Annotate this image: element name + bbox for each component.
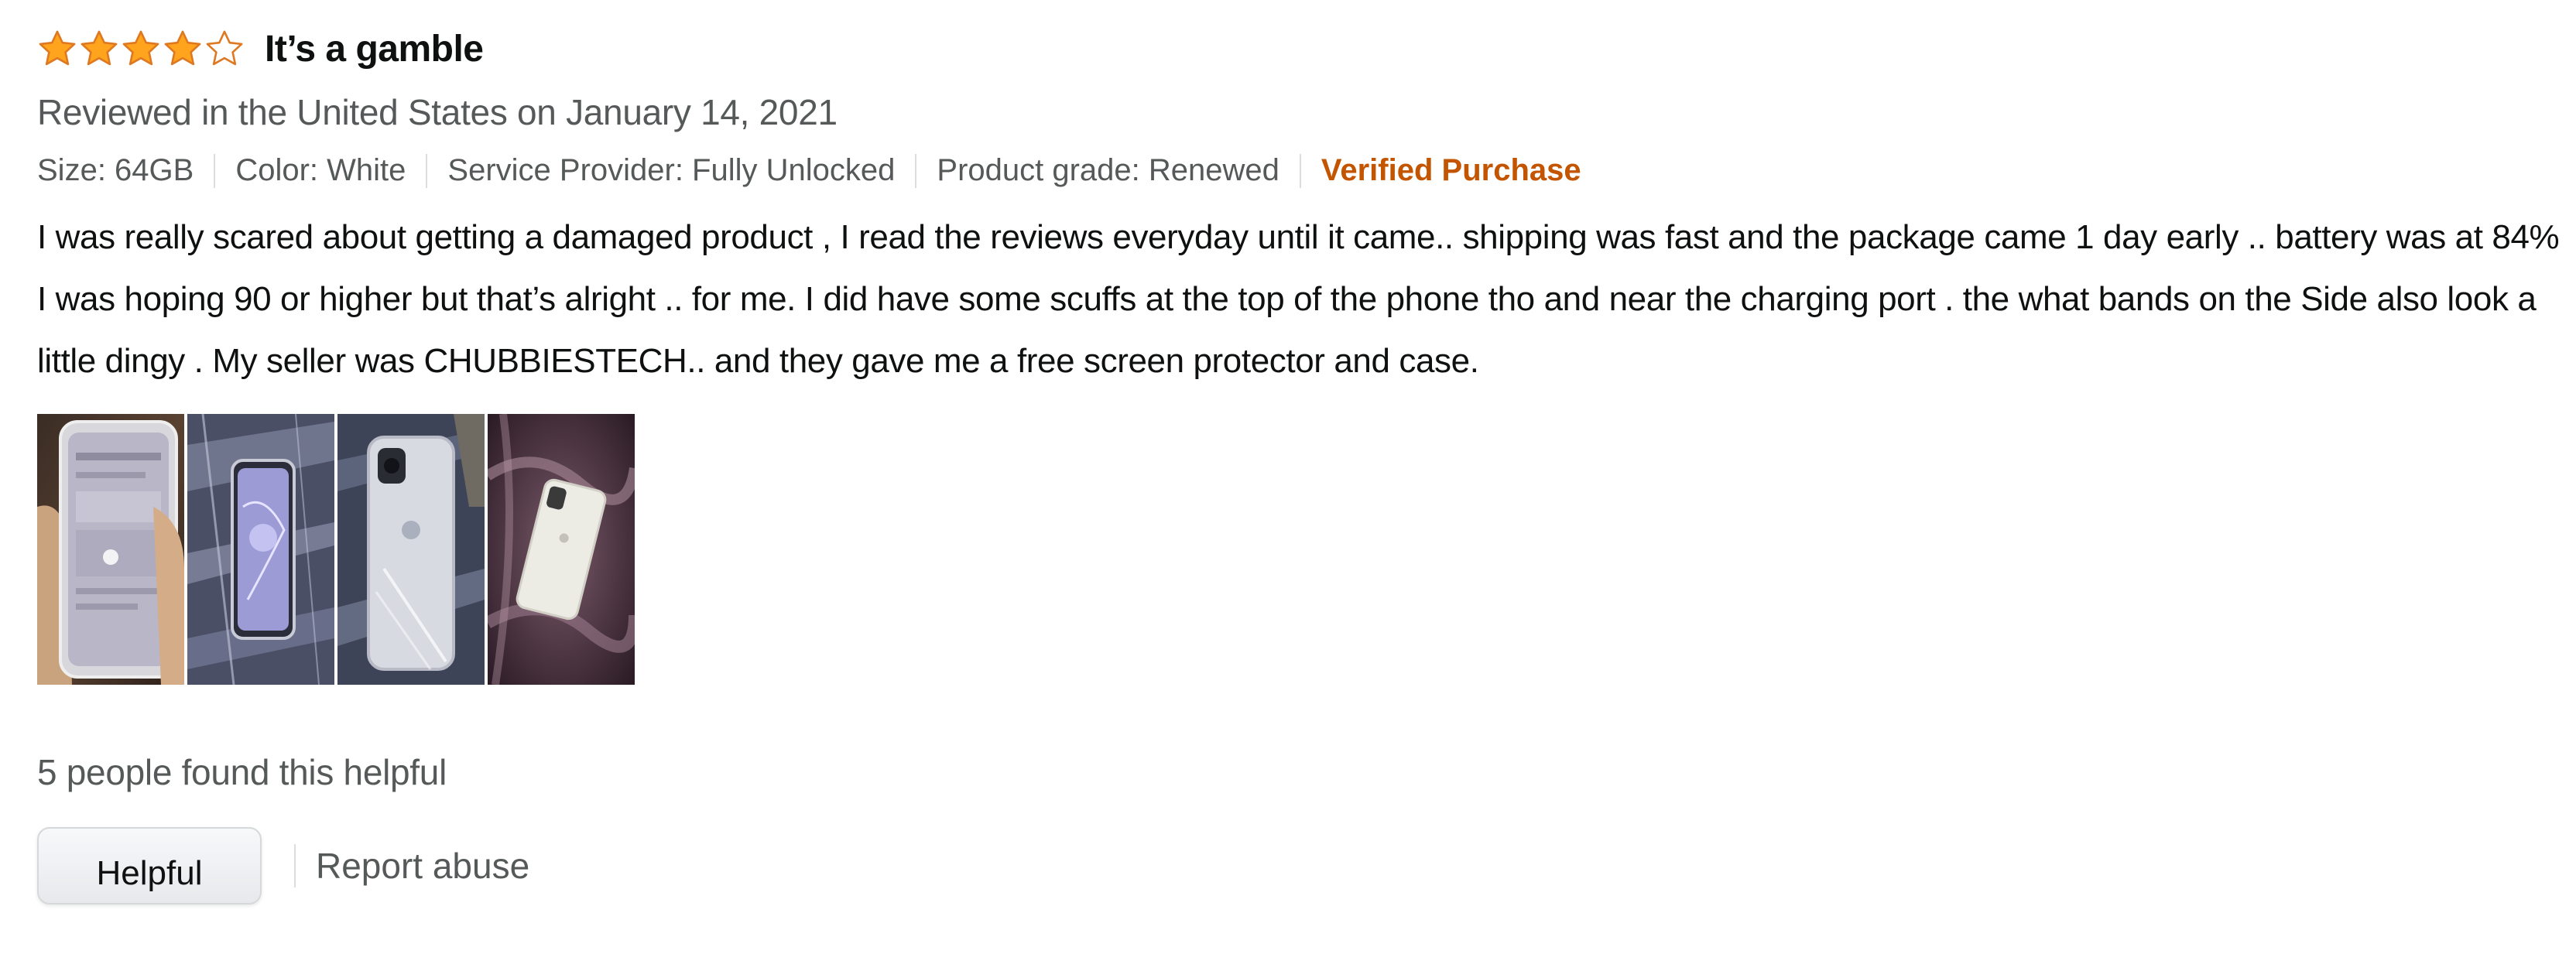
review-image-thumbnail[interactable]	[488, 414, 635, 685]
attribute-service-provider[interactable]: Service Provider: Fully Unlocked	[447, 153, 895, 188]
review-header: It’s a gamble	[37, 22, 2545, 76]
star-full-icon	[121, 29, 161, 69]
review-actions: Helpful Report abuse	[37, 827, 2545, 904]
review-images	[37, 414, 2545, 685]
star-empty-icon	[204, 29, 245, 69]
divider	[294, 844, 296, 887]
review-image-thumbnail[interactable]	[37, 414, 184, 685]
product-attributes: Size: 64GB Color: White Service Provider…	[37, 153, 2545, 188]
review-image-thumbnail[interactable]	[187, 414, 334, 685]
review-image-thumbnail[interactable]	[337, 414, 485, 685]
review-title[interactable]: It’s a gamble	[265, 28, 484, 70]
divider	[915, 153, 917, 188]
divider	[1299, 153, 1301, 188]
report-abuse-link[interactable]: Report abuse	[316, 845, 529, 887]
verified-purchase-badge[interactable]: Verified Purchase	[1321, 153, 1581, 188]
attribute-color[interactable]: Color: White	[235, 153, 406, 188]
star-rating[interactable]	[37, 29, 245, 69]
star-full-icon	[37, 29, 77, 69]
helpful-count: 5 people found this helpful	[37, 752, 447, 792]
review-card: It’s a gamble Reviewed in the United Sta…	[37, 22, 2560, 904]
review-body: I was really scared about getting a dama…	[37, 218, 2560, 380]
attribute-product-grade[interactable]: Product grade: Renewed	[937, 153, 1279, 188]
star-full-icon	[79, 29, 119, 69]
helpful-button[interactable]: Helpful	[37, 827, 262, 904]
divider	[426, 153, 428, 188]
star-full-icon	[163, 29, 203, 69]
attribute-size[interactable]: Size: 64GB	[37, 153, 194, 188]
divider	[214, 153, 216, 188]
review-date: Reviewed in the United States on January…	[37, 92, 838, 132]
